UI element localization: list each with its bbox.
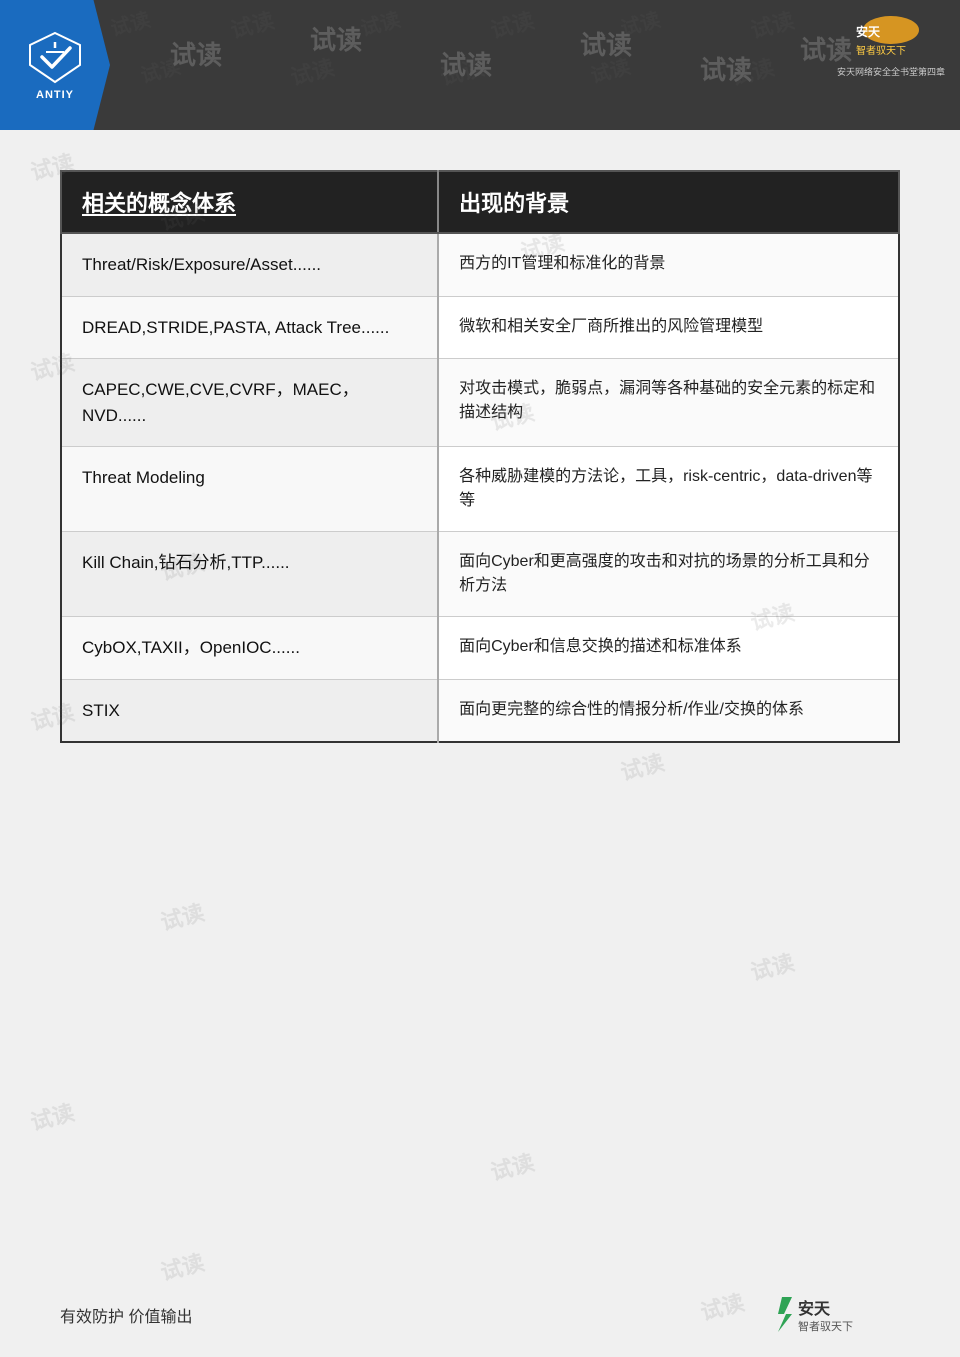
right-col-cell: 面向Cyber和信息交换的描述和标准体系 — [438, 617, 899, 680]
header-watermark-area: 试读 试读 试读 试读 试读 试读 — [110, 0, 960, 130]
svg-text:安天: 安天 — [798, 1299, 831, 1318]
header-watermark: 试读 — [580, 25, 632, 62]
company-logo: ANTIY — [0, 0, 110, 130]
watermark: 试读 — [487, 1145, 538, 1187]
table-row: Threat Modeling各种威胁建模的方法论，工具，risk-centri… — [61, 447, 899, 532]
right-col-cell: 各种威胁建模的方法论，工具，risk-centric，data-driven等等 — [438, 447, 899, 532]
right-col-cell: 微软和相关安全厂商所推出的风险管理模型 — [438, 296, 899, 359]
footer-brand-svg: 安天 智者驭天下 — [770, 1292, 900, 1337]
antiy-logo-icon — [28, 30, 83, 85]
table-header-row: 相关的概念体系 出现的背景 — [61, 171, 899, 233]
table-row: STIX面向更完整的综合性的情报分析/作业/交换的体系 — [61, 679, 899, 742]
table-row: Kill Chain,钻石分析,TTP......面向Cyber和更高强度的攻击… — [61, 532, 899, 617]
left-col-cell: Kill Chain,钻石分析,TTP...... — [61, 532, 438, 617]
concept-table: 相关的概念体系 出现的背景 Threat/Risk/Exposure/Asset… — [60, 170, 900, 743]
col-left-header: 相关的概念体系 — [61, 171, 438, 233]
footer-right-brand: 安天 智者驭天下 — [770, 1292, 900, 1337]
header-watermark: 试读 — [700, 50, 752, 87]
table-row: CAPEC,CWE,CVE,CVRF，MAEC，NVD......对攻击模式，脆… — [61, 359, 899, 447]
right-col-cell: 对攻击模式，脆弱点，漏洞等各种基础的安全元素的标定和描述结构 — [438, 359, 899, 447]
left-col-cell: CAPEC,CWE,CVE,CVRF，MAEC，NVD...... — [61, 359, 438, 447]
page-footer: 有效防护 价值输出 安天 智者驭天下 — [0, 1292, 960, 1337]
table-row: DREAD,STRIDE,PASTA, Attack Tree......微软和… — [61, 296, 899, 359]
left-col-cell: Threat/Risk/Exposure/Asset...... — [61, 233, 438, 296]
table-row: CybOX,TAXII，OpenIOC......面向Cyber和信息交换的描述… — [61, 617, 899, 680]
svg-text:智者驭天下: 智者驭天下 — [798, 1319, 853, 1333]
main-content: 相关的概念体系 出现的背景 Threat/Risk/Exposure/Asset… — [0, 130, 960, 773]
logo-label: ANTIY — [36, 89, 74, 101]
right-col-cell: 面向Cyber和更高强度的攻击和对抗的场景的分析工具和分析方法 — [438, 532, 899, 617]
footer-left-text: 有效防护 价值输出 — [60, 1303, 192, 1327]
header-watermark: 试读 — [170, 35, 222, 72]
svg-text:智者驭天下: 智者驭天下 — [856, 44, 906, 57]
page-header: ANTIY 试读 试读 试读 试读 试读 试读 安天 智者驭天下 安天网络安全全… — [0, 0, 960, 130]
left-col-cell: Threat Modeling — [61, 447, 438, 532]
col-right-header: 出现的背景 — [438, 171, 899, 233]
header-watermark: 试读 — [310, 20, 362, 57]
top-right-brand: 安天 智者驭天下 安天网络安全全书堂第四章 — [837, 10, 945, 78]
watermark: 试读 — [27, 1095, 78, 1137]
table-row: Threat/Risk/Exposure/Asset......西方的IT管理和… — [61, 233, 899, 296]
right-col-cell: 西方的IT管理和标准化的背景 — [438, 233, 899, 296]
watermark: 试读 — [157, 1245, 208, 1287]
brand-logo-svg: 安天 智者驭天下 — [846, 10, 936, 65]
left-col-cell: DREAD,STRIDE,PASTA, Attack Tree...... — [61, 296, 438, 359]
svg-text:安天: 安天 — [856, 24, 881, 39]
header-watermark: 试读 — [440, 45, 492, 82]
left-col-cell: STIX — [61, 679, 438, 742]
left-col-cell: CybOX,TAXII，OpenIOC...... — [61, 617, 438, 680]
right-col-cell: 面向更完整的综合性的情报分析/作业/交换的体系 — [438, 679, 899, 742]
watermark: 试读 — [747, 945, 798, 987]
watermark: 试读 — [157, 895, 208, 937]
brand-subtitle: 安天网络安全全书堂第四章 — [837, 65, 945, 78]
